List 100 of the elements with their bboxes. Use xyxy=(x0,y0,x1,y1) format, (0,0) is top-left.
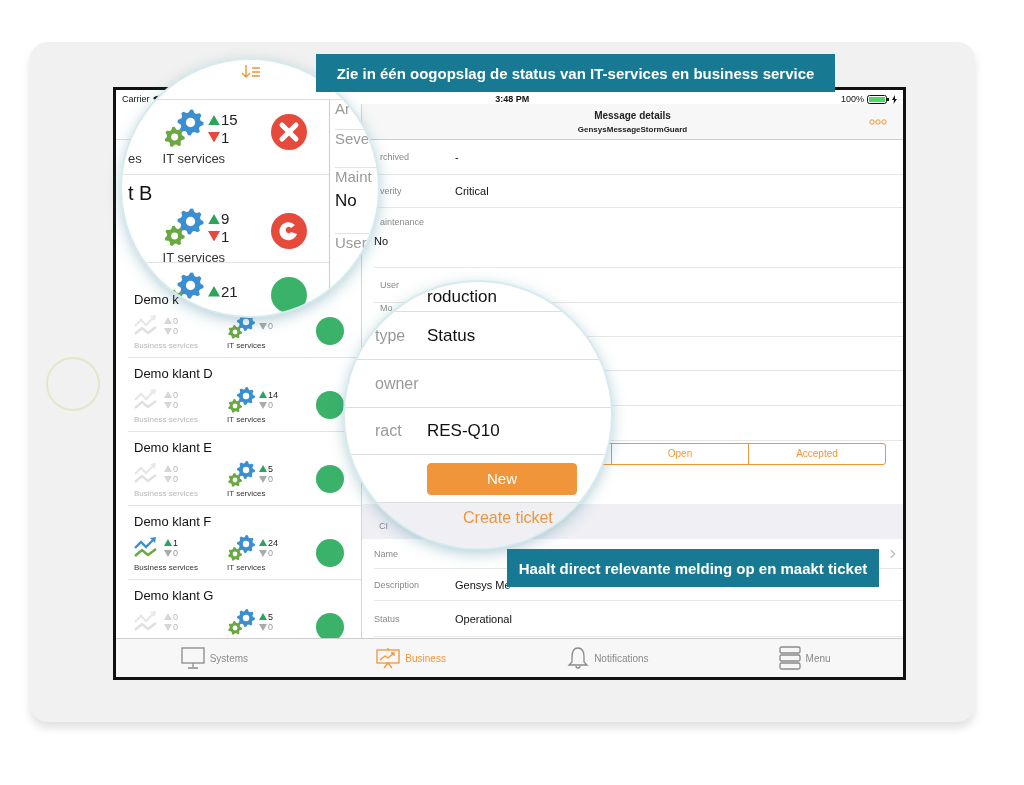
client-name: Demo klant D xyxy=(134,366,214,382)
state-segment[interactable]: Open xyxy=(611,443,748,464)
down-triangle-icon xyxy=(164,549,172,557)
up-triangle-icon xyxy=(259,613,267,621)
section-title: CI xyxy=(379,521,388,531)
down-count: 0 xyxy=(173,622,178,633)
home-button[interactable] xyxy=(46,356,100,411)
status-dot-icon xyxy=(271,277,307,313)
down-triangle-icon xyxy=(164,401,172,409)
down-count: 0 xyxy=(173,474,178,485)
field-label: type xyxy=(374,326,407,345)
up-count: 0 xyxy=(173,611,178,622)
battery-percent: 100% xyxy=(840,94,864,104)
callout-banner: Zie in één oogopslag de status van IT-services en business service xyxy=(316,54,835,92)
field-label: Ar xyxy=(335,100,351,117)
down-triangle-icon xyxy=(164,623,172,631)
up-triangle-icon xyxy=(164,391,172,399)
status-dot-icon xyxy=(316,465,344,493)
tab-item[interactable]: Notifications xyxy=(509,639,707,677)
tab-item[interactable]: Menu xyxy=(706,639,903,677)
gears-icon xyxy=(227,386,257,414)
field-label: verity xyxy=(380,186,403,196)
up-triangle-icon xyxy=(164,317,172,325)
down-triangle-icon xyxy=(259,623,267,631)
down-triangle-icon xyxy=(208,131,220,143)
up-count: 14 xyxy=(268,389,278,400)
down-count: 0 xyxy=(268,474,273,485)
field-label: rchived xyxy=(380,152,410,162)
up-triangle-icon xyxy=(208,114,220,126)
it-services-label: IT services xyxy=(227,489,267,498)
business-services-label: Business services xyxy=(134,415,200,424)
field-label: ract xyxy=(374,422,403,440)
presentation-chart-icon xyxy=(376,647,401,669)
field-label: User xyxy=(335,234,368,251)
create-ticket-link[interactable]: Create ticket xyxy=(463,509,553,526)
bell-icon xyxy=(567,646,590,670)
down-triangle-icon xyxy=(259,549,267,557)
up-count: 21 xyxy=(221,282,238,301)
down-count: 0 xyxy=(173,548,178,559)
gears-icon xyxy=(162,108,206,149)
gears-icon xyxy=(227,608,257,636)
close-circle-icon xyxy=(271,114,307,150)
client-name: Demo klant G xyxy=(134,588,215,604)
it-services-label: IT services xyxy=(162,250,227,265)
up-count: 0 xyxy=(173,315,178,326)
screen-title: Message details xyxy=(594,109,671,121)
carrier-label: Carrier xyxy=(122,94,150,104)
clock-time: 3:48 PM xyxy=(495,94,530,104)
up-triangle-icon xyxy=(208,213,220,225)
field-label: Status xyxy=(374,613,401,624)
down-count: 1 xyxy=(221,227,230,245)
server-stack-icon xyxy=(778,646,801,670)
up-triangle-icon xyxy=(164,465,172,473)
field-label: User xyxy=(380,280,400,290)
client-name: Demo klant E xyxy=(134,440,214,456)
field-value: - xyxy=(455,151,459,163)
business-services-label: Business services xyxy=(134,489,200,498)
up-count: 0 xyxy=(173,389,178,400)
up-count: 24 xyxy=(268,537,278,548)
up-triangle-icon xyxy=(259,391,267,399)
field-value: Operational xyxy=(455,612,512,625)
up-count: 9 xyxy=(221,210,230,228)
tab-item[interactable]: Systems xyxy=(116,639,313,677)
field-value: No xyxy=(335,191,358,211)
callout-banner: Haalt direct relevante melding op en maakt ticket xyxy=(507,549,879,587)
field-label: Mo xyxy=(380,303,393,313)
up-triangle-icon xyxy=(259,539,267,547)
field-value: No xyxy=(374,235,389,247)
field-value: Status xyxy=(427,325,476,346)
down-triangle-icon xyxy=(164,475,172,483)
field-label: Name xyxy=(374,548,399,559)
state-segment[interactable]: New xyxy=(427,462,577,495)
business-services-label: Business services xyxy=(134,341,200,350)
gears-icon xyxy=(227,460,257,488)
up-triangle-icon xyxy=(208,286,220,297)
tab-item[interactable]: Business xyxy=(312,639,510,677)
more-icon[interactable] xyxy=(869,118,887,125)
down-count: 0 xyxy=(268,320,273,332)
field-label: Seve xyxy=(335,130,371,147)
field-value: RES-Q10 xyxy=(427,421,500,441)
up-count: 5 xyxy=(268,463,273,474)
up-count: 1 xyxy=(173,537,178,548)
field-value: roduction xyxy=(427,286,497,307)
down-triangle-icon xyxy=(259,475,267,483)
up-triangle-icon xyxy=(164,539,172,547)
up-count: 15 xyxy=(221,111,238,129)
field-label: aintenance xyxy=(380,217,426,227)
status-dot-icon xyxy=(316,539,344,567)
sort-icon[interactable] xyxy=(241,65,261,79)
up-count: 5 xyxy=(268,611,273,622)
it-services-label: IT services xyxy=(227,341,267,350)
state-segment[interactable]: Accepted xyxy=(748,443,885,464)
down-triangle-icon xyxy=(208,230,220,242)
status-dot-icon xyxy=(316,317,344,345)
bolt-icon xyxy=(892,94,897,104)
down-triangle-icon xyxy=(164,327,172,335)
up-count: 0 xyxy=(173,463,178,474)
down-count: 0 xyxy=(268,548,273,559)
gears-icon xyxy=(227,534,257,562)
down-count: 0 xyxy=(268,400,273,411)
